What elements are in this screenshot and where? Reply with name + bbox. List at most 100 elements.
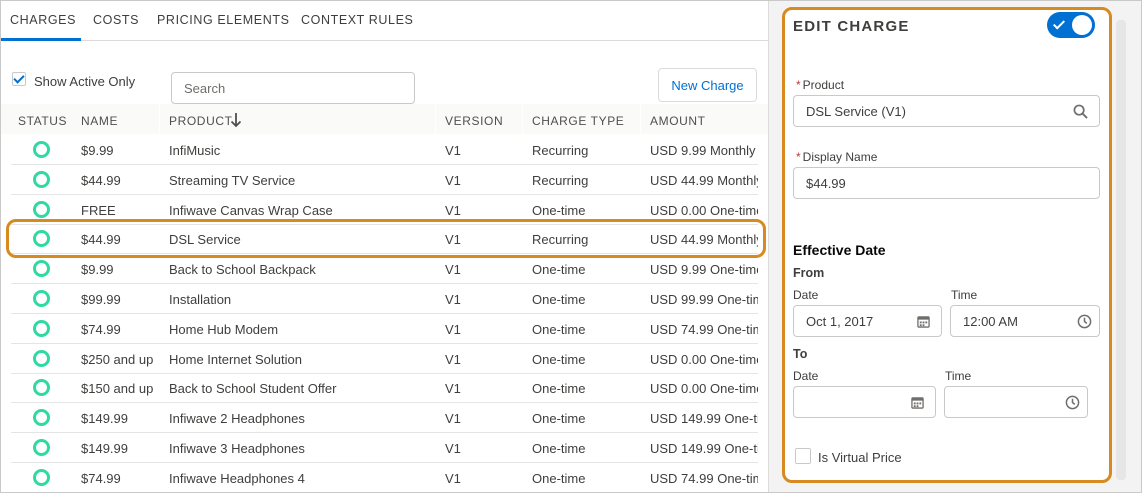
tab-charges[interactable]: CHARGES bbox=[10, 13, 76, 27]
active-status-circle-icon bbox=[33, 170, 50, 188]
cell-amount: USD 44.99 Monthly bbox=[650, 172, 758, 188]
from-time-value: 12:00 AM bbox=[963, 314, 1018, 329]
cell-product: Back to School Student Offer bbox=[169, 381, 337, 397]
cell-charge-type: Recurring bbox=[532, 143, 589, 158]
show-active-checkbox[interactable] bbox=[12, 72, 26, 86]
column-header-name[interactable]: NAME bbox=[81, 114, 118, 128]
display-name-field-label: * Display Name bbox=[796, 150, 877, 164]
to-time-input[interactable] bbox=[944, 386, 1088, 418]
cell-amount: USD 9.99 One-time bbox=[650, 262, 758, 278]
to-time-label: Time bbox=[945, 369, 972, 383]
from-time-label: Time bbox=[951, 288, 978, 302]
column-divider bbox=[159, 104, 160, 134]
cell-charge-type: One-time bbox=[532, 262, 586, 278]
cell-product: Infiwave Headphones 4 bbox=[169, 470, 305, 486]
virtual-price-checkbox[interactable] bbox=[795, 448, 811, 464]
from-date-value: Oct 1, 2017 bbox=[806, 314, 874, 329]
product-field-label: * Product bbox=[796, 78, 844, 92]
search-input[interactable] bbox=[171, 72, 415, 104]
cell-name: FREE bbox=[81, 202, 116, 218]
cell-product: Installation bbox=[169, 292, 232, 307]
from-date-input[interactable]: Oct 1, 2017 bbox=[793, 305, 942, 337]
cell-charge-type: One-time bbox=[532, 470, 586, 486]
clock-icon[interactable] bbox=[1065, 395, 1080, 410]
tab-pricing-elements[interactable]: PRICING ELEMENTS bbox=[157, 13, 290, 27]
table-row[interactable]: $44.99 DSL Service V1 Recurring USD 44.99 Mo… bbox=[1, 224, 768, 255]
cell-product: Home Hub Modem bbox=[169, 321, 279, 337]
required-asterisk: * bbox=[796, 150, 801, 164]
charges-list-panel: CHARGES COSTS PRICING ELEMENTS CONTEXT R… bbox=[1, 1, 768, 492]
cell-amount: USD 74.99 One-time bbox=[650, 321, 758, 337]
cell-name: $74.99 bbox=[81, 470, 121, 486]
active-toggle[interactable] bbox=[1047, 12, 1095, 38]
cell-product: Streaming TV Service bbox=[169, 172, 296, 188]
cell-product: DSL Service bbox=[169, 232, 241, 248]
new-charge-button[interactable]: New Charge bbox=[658, 68, 757, 102]
display-name-input[interactable]: $44.99 bbox=[793, 167, 1100, 199]
cell-name: $149.99 bbox=[81, 411, 128, 427]
calendar-icon[interactable] bbox=[911, 396, 924, 409]
effective-date-heading: Effective Date bbox=[793, 242, 886, 258]
toggle-knob bbox=[1072, 15, 1092, 35]
cell-charge-type: Recurring bbox=[532, 232, 589, 248]
display-name-label-text: Display Name bbox=[802, 150, 878, 164]
sort-descending-icon[interactable] bbox=[230, 112, 242, 128]
cell-product: Infiwave 2 Headphones bbox=[169, 411, 305, 427]
table-row[interactable]: $250 and up Home Internet Solution V1 One-t… bbox=[1, 344, 768, 374]
tab-bar: CHARGES COSTS PRICING ELEMENTS CONTEXT R… bbox=[1, 1, 768, 41]
tab-costs[interactable]: COSTS bbox=[93, 13, 139, 27]
cell-name: $99.99 bbox=[81, 292, 121, 307]
column-header-version[interactable]: VERSION bbox=[445, 114, 503, 128]
to-date-label: Date bbox=[793, 369, 819, 383]
column-header-product[interactable]: PRODUCT bbox=[169, 114, 233, 128]
cell-product: InfiMusic bbox=[169, 143, 221, 158]
table-row[interactable]: $99.99 Installation V1 One-time USD 99.99 On… bbox=[1, 284, 768, 314]
cell-amount: USD 9.99 Monthly bbox=[650, 143, 756, 158]
product-lookup-field[interactable]: DSL Service (V1) bbox=[793, 95, 1100, 127]
table-row[interactable]: FREE Infiwave Canvas Wrap Case V1 One-time U… bbox=[1, 195, 768, 225]
cell-amount: USD 0.00 One-time bbox=[650, 351, 758, 367]
cell-name: $44.99 bbox=[81, 172, 121, 188]
tab-context-rules[interactable]: CONTEXT RULES bbox=[301, 13, 413, 27]
cell-product: Infiwave Canvas Wrap Case bbox=[169, 202, 333, 218]
cell-charge-type: One-time bbox=[532, 411, 586, 427]
table-row[interactable]: $74.99 Home Hub Modem V1 One-time USD 74.99 … bbox=[1, 314, 768, 344]
table-row[interactable]: $149.99 Infiwave 3 Headphones V1 One-time US… bbox=[1, 433, 768, 463]
panel-scrollbar-thumb[interactable] bbox=[1116, 20, 1126, 480]
table-row[interactable]: $9.99 Back to School Backpack V1 One-time US… bbox=[1, 254, 768, 285]
to-heading: To bbox=[793, 347, 808, 361]
column-header-amount[interactable]: AMOUNT bbox=[650, 114, 706, 128]
cell-charge-type: One-time bbox=[532, 321, 586, 337]
cell-charge-type: One-time bbox=[532, 381, 586, 397]
cell-amount: USD 0.00 One-time bbox=[650, 381, 758, 397]
active-status-circle-icon bbox=[33, 230, 50, 248]
panel-title: EDIT CHARGE bbox=[793, 18, 910, 35]
column-divider bbox=[640, 104, 641, 134]
active-status-circle-icon bbox=[33, 141, 50, 158]
cell-charge-type: Recurring bbox=[532, 172, 589, 188]
table-row[interactable]: $44.99 Streaming TV Service V1 Recurring USD… bbox=[1, 165, 768, 195]
table-row[interactable]: $9.99 InfiMusic V1 Recurring USD 9.99 Monthl… bbox=[1, 135, 768, 165]
show-active-label: Show Active Only bbox=[34, 74, 136, 89]
from-time-input[interactable]: 12:00 AM bbox=[950, 305, 1100, 337]
table-row[interactable]: $150 and up Back to School Student Offer V… bbox=[1, 373, 768, 404]
cell-amount: USD 44.99 Monthly bbox=[650, 232, 758, 248]
cell-version: V1 bbox=[445, 441, 461, 456]
column-header-charge-type[interactable]: CHARGE TYPE bbox=[532, 114, 624, 128]
cell-name: $250 and up bbox=[81, 351, 154, 367]
search-icon[interactable] bbox=[1073, 104, 1088, 119]
table-row[interactable]: $149.99 Infiwave 2 Headphones V1 One-time US… bbox=[1, 403, 768, 434]
calendar-icon[interactable] bbox=[917, 315, 930, 328]
active-status-circle-icon bbox=[33, 349, 50, 367]
to-date-input[interactable] bbox=[793, 386, 936, 418]
column-header-status[interactable]: STATUS bbox=[18, 114, 67, 128]
checkmark-icon bbox=[1052, 17, 1066, 30]
clock-icon[interactable] bbox=[1077, 314, 1092, 329]
virtual-price-label: Is Virtual Price bbox=[818, 450, 902, 465]
cell-version: V1 bbox=[445, 143, 461, 158]
table-row[interactable]: $74.99 Infiwave Headphones 4 V1 One-time USD… bbox=[1, 463, 768, 492]
from-heading: From bbox=[793, 266, 825, 280]
column-divider bbox=[435, 104, 436, 134]
product-label-text: Product bbox=[802, 78, 845, 92]
cell-product: Home Internet Solution bbox=[169, 351, 302, 367]
